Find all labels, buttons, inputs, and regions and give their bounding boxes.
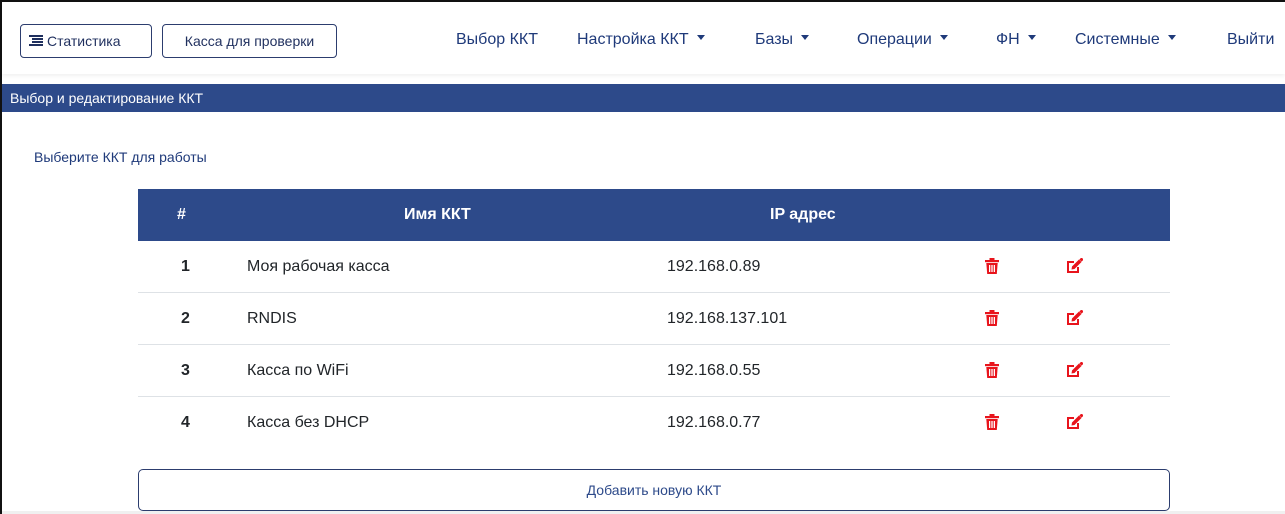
- nav-operations[interactable]: Операции: [857, 31, 948, 49]
- section-title: Выбор и редактирование ККТ: [10, 90, 204, 106]
- trash-icon[interactable]: [985, 414, 999, 435]
- top-navbar: Статистика Касса для проверки Выбор ККТ …: [2, 2, 1285, 74]
- caret-down-icon: [696, 35, 705, 41]
- add-kkt-button[interactable]: Добавить новую ККТ: [138, 469, 1170, 511]
- nav-system-label: Системные: [1075, 31, 1160, 48]
- test-register-button-label: Касса для проверки: [184, 33, 315, 49]
- section-header: Выбор и редактирование ККТ: [2, 84, 1285, 112]
- nav-system[interactable]: Системные: [1075, 31, 1176, 49]
- kkt-name: Моя рабочая касса: [247, 258, 390, 275]
- table-header: # Имя ККТ IP адрес: [138, 189, 1170, 241]
- table-row[interactable]: 3 Касса по WiFi 192.168.0.55: [138, 345, 1170, 397]
- column-header-name: Имя ККТ: [404, 206, 471, 223]
- nav-operations-label: Операции: [857, 31, 932, 48]
- row-number: 1: [181, 258, 190, 275]
- edit-icon[interactable]: [1066, 413, 1084, 435]
- table-row[interactable]: 1 Моя рабочая касса 192.168.0.89: [138, 241, 1170, 293]
- kkt-table: # Имя ККТ IP адрес 1 Моя рабочая касса 1…: [138, 189, 1170, 449]
- nav-select-kkt-label: Выбор ККТ: [456, 31, 538, 48]
- align-left-icon: [29, 35, 43, 47]
- table-row[interactable]: 4 Касса без DHCP 192.168.0.77: [138, 397, 1170, 449]
- nav-select-kkt[interactable]: Выбор ККТ: [456, 31, 538, 49]
- column-header-number: #: [177, 206, 186, 223]
- nav-logout[interactable]: Выйти: [1227, 31, 1274, 49]
- kkt-name: Касса без DHCP: [247, 414, 370, 431]
- kkt-ip: 192.168.0.77: [667, 414, 761, 431]
- row-number: 2: [181, 310, 190, 327]
- kkt-name: Касса по WiFi: [247, 362, 349, 379]
- statistics-button-label: Статистика: [47, 33, 121, 49]
- column-header-ip: IP адрес: [770, 206, 836, 223]
- kkt-ip: 192.168.0.55: [667, 362, 761, 379]
- test-register-button[interactable]: Касса для проверки: [162, 24, 337, 58]
- nav-fn-label: ФН: [996, 31, 1020, 48]
- kkt-name: RNDIS: [247, 310, 297, 327]
- statistics-button[interactable]: Статистика: [20, 24, 152, 58]
- trash-icon[interactable]: [985, 310, 999, 331]
- edit-icon[interactable]: [1066, 309, 1084, 331]
- kkt-ip: 192.168.0.89: [667, 258, 761, 275]
- caret-down-icon: [1167, 35, 1176, 41]
- nav-databases-label: Базы: [755, 31, 794, 48]
- nav-databases[interactable]: Базы: [755, 31, 810, 49]
- trash-icon[interactable]: [985, 258, 999, 279]
- edit-icon[interactable]: [1066, 361, 1084, 383]
- nav-logout-label: Выйти: [1227, 31, 1275, 48]
- kkt-ip: 192.168.137.101: [667, 310, 788, 327]
- caret-down-icon: [1027, 35, 1036, 41]
- row-number: 3: [181, 362, 190, 379]
- trash-icon[interactable]: [985, 362, 999, 383]
- caret-down-icon: [801, 35, 810, 41]
- caret-down-icon: [939, 35, 948, 41]
- edit-icon[interactable]: [1066, 257, 1084, 279]
- table-row[interactable]: 2 RNDIS 192.168.137.101: [138, 293, 1170, 345]
- nav-kkt-settings-label: Настройка ККТ: [577, 31, 689, 48]
- nav-fn[interactable]: ФН: [996, 31, 1036, 49]
- add-kkt-button-label: Добавить новую ККТ: [586, 482, 722, 498]
- nav-kkt-settings[interactable]: Настройка ККТ: [577, 31, 705, 49]
- choose-kkt-prompt: Выберите ККТ для работы: [34, 149, 207, 165]
- row-number: 4: [181, 414, 190, 431]
